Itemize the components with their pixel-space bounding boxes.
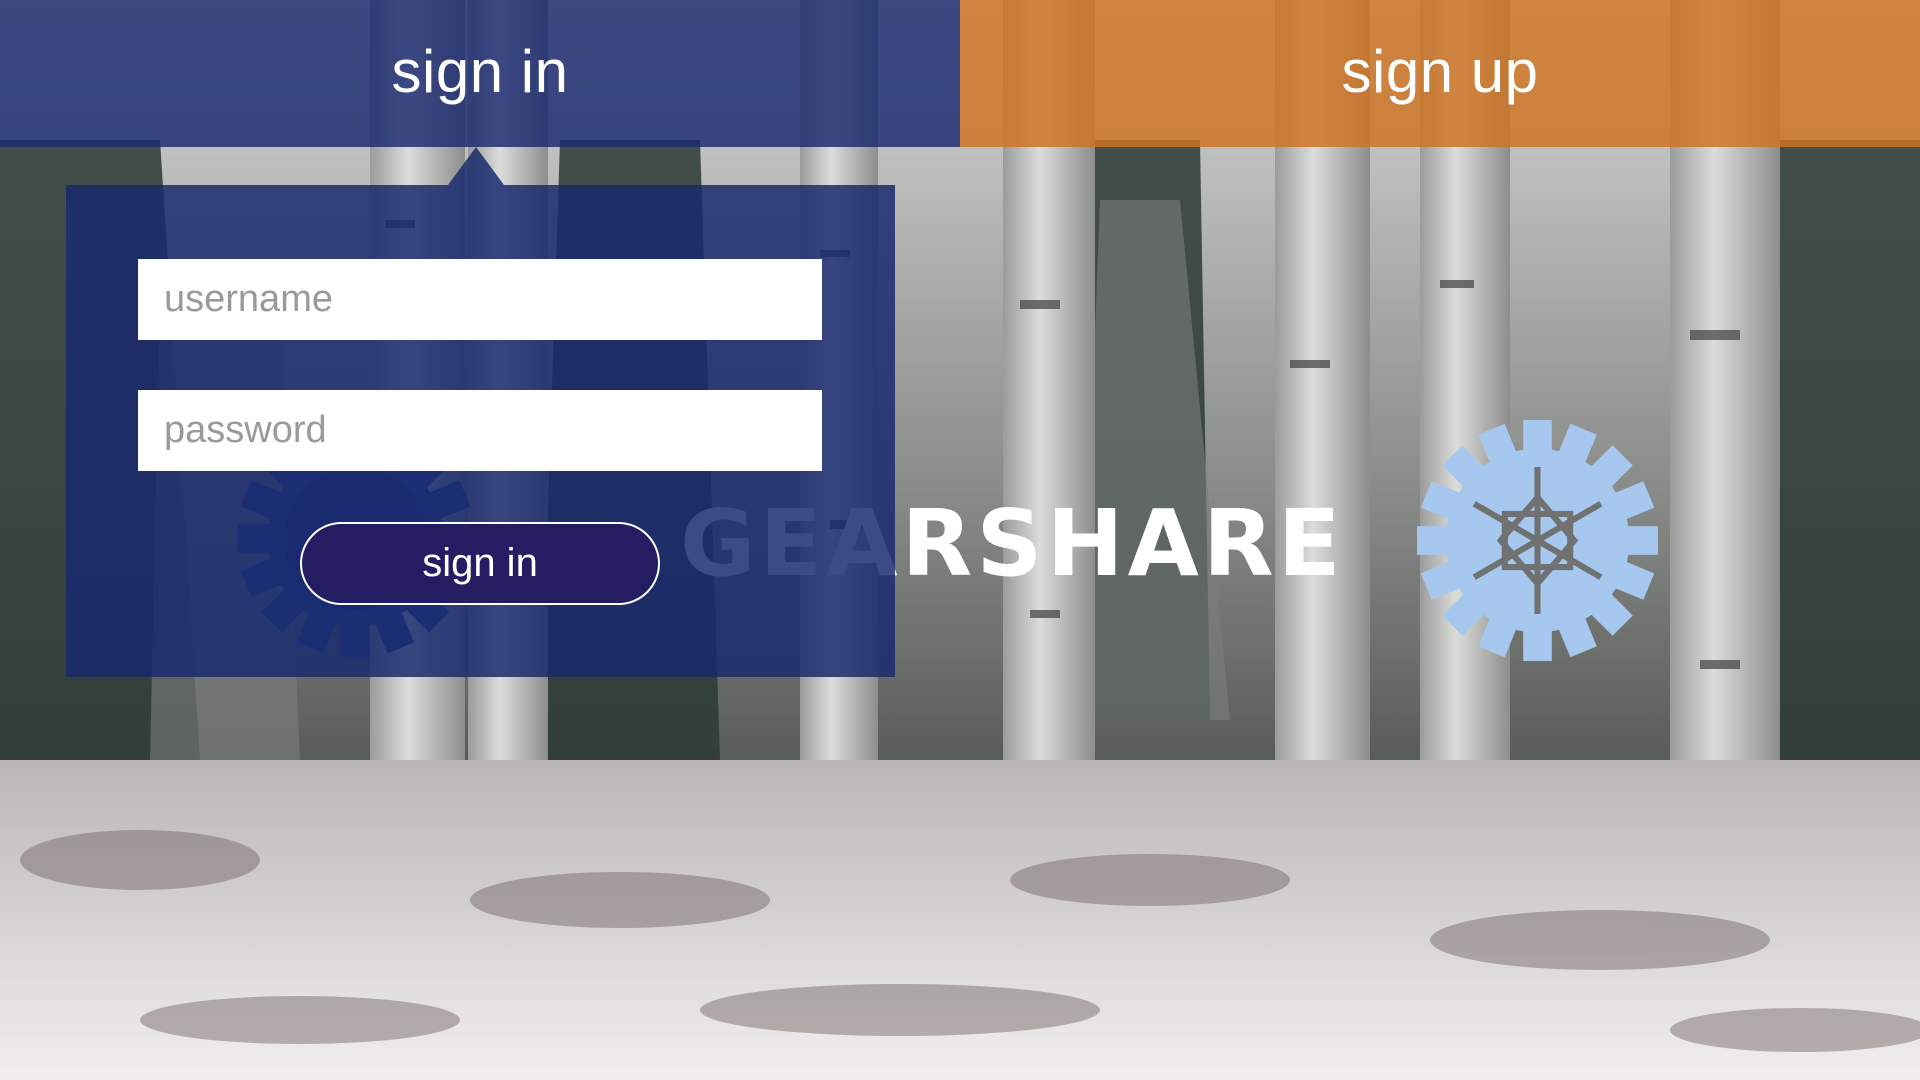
- password-input[interactable]: [138, 390, 822, 471]
- panel-pointer: [448, 147, 504, 185]
- tab-sign-in[interactable]: sign in: [0, 0, 960, 147]
- username-input[interactable]: [138, 259, 822, 340]
- sign-in-panel: sign in: [66, 185, 895, 677]
- sign-in-button[interactable]: sign in: [300, 522, 660, 605]
- tab-sign-up[interactable]: sign up: [960, 0, 1920, 147]
- gear-snowflake-icon: [1417, 420, 1658, 661]
